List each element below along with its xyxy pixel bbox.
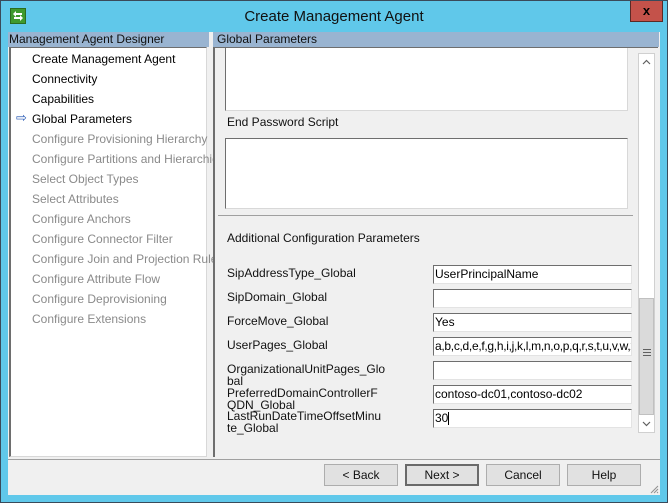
title-bar[interactable]: Create Management Agent x [1, 1, 667, 32]
param-input-user-pages[interactable]: a,b,c,d,e,f,g,h,i,j,k,l,m,n,o,p,q,r,s,t,… [433, 337, 632, 356]
footer-divider [8, 459, 660, 460]
step-configure-provisioning-hierarchy: Configure Provisioning Hierarchy [32, 132, 208, 146]
back-button[interactable]: < Back [324, 464, 398, 486]
step-configure-join-and-projection-rules: Configure Join and Projection Rules [32, 252, 224, 266]
step-select-attributes: Select Attributes [32, 192, 119, 206]
param-input-preferred-dc-fqdn[interactable]: contoso-dc01,contoso-dc02 [433, 385, 632, 404]
step-configure-extensions: Configure Extensions [32, 312, 147, 326]
scroll-up-button[interactable] [639, 54, 654, 70]
scrollbar-thumb[interactable] [639, 298, 654, 415]
param-label-sip-domain: SipDomain_Global [227, 290, 328, 304]
chevron-up-icon [642, 59, 651, 65]
close-icon: x [642, 3, 651, 18]
param-input-force-move[interactable]: Yes [433, 313, 632, 332]
end-password-script-textarea[interactable] [225, 138, 628, 209]
param-input-sip-address-type[interactable]: UserPrincipalName [433, 265, 632, 284]
step-configure-partitions-and-hierarchies: Configure Partitions and Hierarchies [32, 152, 225, 166]
window-title: Create Management Agent [244, 8, 424, 25]
scroll-down-button[interactable] [639, 416, 654, 432]
step-configure-attribute-flow: Configure Attribute Flow [32, 272, 161, 286]
step-capabilities[interactable]: Capabilities [32, 89, 94, 109]
page-header: Global Parameters [213, 32, 659, 47]
end-password-script-label: End Password Script [227, 115, 339, 129]
step-select-object-types: Select Object Types [32, 172, 139, 186]
step-configure-deprovisioning: Configure Deprovisioning [32, 292, 167, 306]
param-label-preferred-dc-fqdn: PreferredDomainControllerFQDN_Global [227, 386, 378, 412]
dialog-client-area: Management Agent Designer Global Paramet… [8, 32, 660, 495]
help-button[interactable]: Help [567, 464, 641, 486]
current-step-arrow-icon: ⇨ [16, 110, 27, 125]
param-input-sip-domain[interactable] [433, 289, 632, 308]
parameters-scroll-area: End Password Script Additional Configura… [215, 48, 637, 456]
section-divider [218, 215, 633, 216]
param-label-sip-address-type: SipAddressType_Global [227, 266, 356, 280]
text-caret [448, 412, 450, 426]
param-input-last-run-offset[interactable]: 30 [433, 409, 632, 428]
step-connectivity[interactable]: Connectivity [32, 69, 97, 89]
create-management-agent-window: Create Management Agent x Management Age… [0, 0, 668, 503]
chevron-down-icon [642, 421, 651, 427]
param-label-force-move: ForceMove_Global [227, 314, 329, 328]
param-label-last-run-offset: LastRunDateTimeOffsetMinute_Global [227, 409, 382, 435]
step-global-parameters[interactable]: Global Parameters [32, 109, 132, 129]
grip-icon [643, 349, 651, 358]
step-create-management-agent[interactable]: Create Management Agent [32, 49, 175, 69]
global-parameters-pane: End Password Script Additional Configura… [213, 47, 658, 457]
designer-step-list: Create Management Agent Connectivity Cap… [9, 47, 225, 457]
param-input-ou-pages[interactable] [433, 361, 632, 380]
vertical-scrollbar[interactable] [638, 53, 655, 433]
designer-header: Management Agent Designer [8, 32, 209, 47]
step-configure-anchors: Configure Anchors [32, 212, 131, 226]
password-script-textarea[interactable] [225, 48, 628, 111]
resize-grip-icon[interactable] [649, 484, 659, 494]
next-button[interactable]: Next > [405, 464, 479, 486]
additional-params-title: Additional Configuration Parameters [227, 231, 420, 245]
step-configure-connector-filter: Configure Connector Filter [32, 232, 173, 246]
cancel-button[interactable]: Cancel [486, 464, 560, 486]
param-label-ou-pages: OrganizationalUnitPages_Global [227, 362, 386, 388]
close-button[interactable]: x [630, 1, 663, 22]
param-label-user-pages: UserPages_Global [227, 338, 328, 352]
